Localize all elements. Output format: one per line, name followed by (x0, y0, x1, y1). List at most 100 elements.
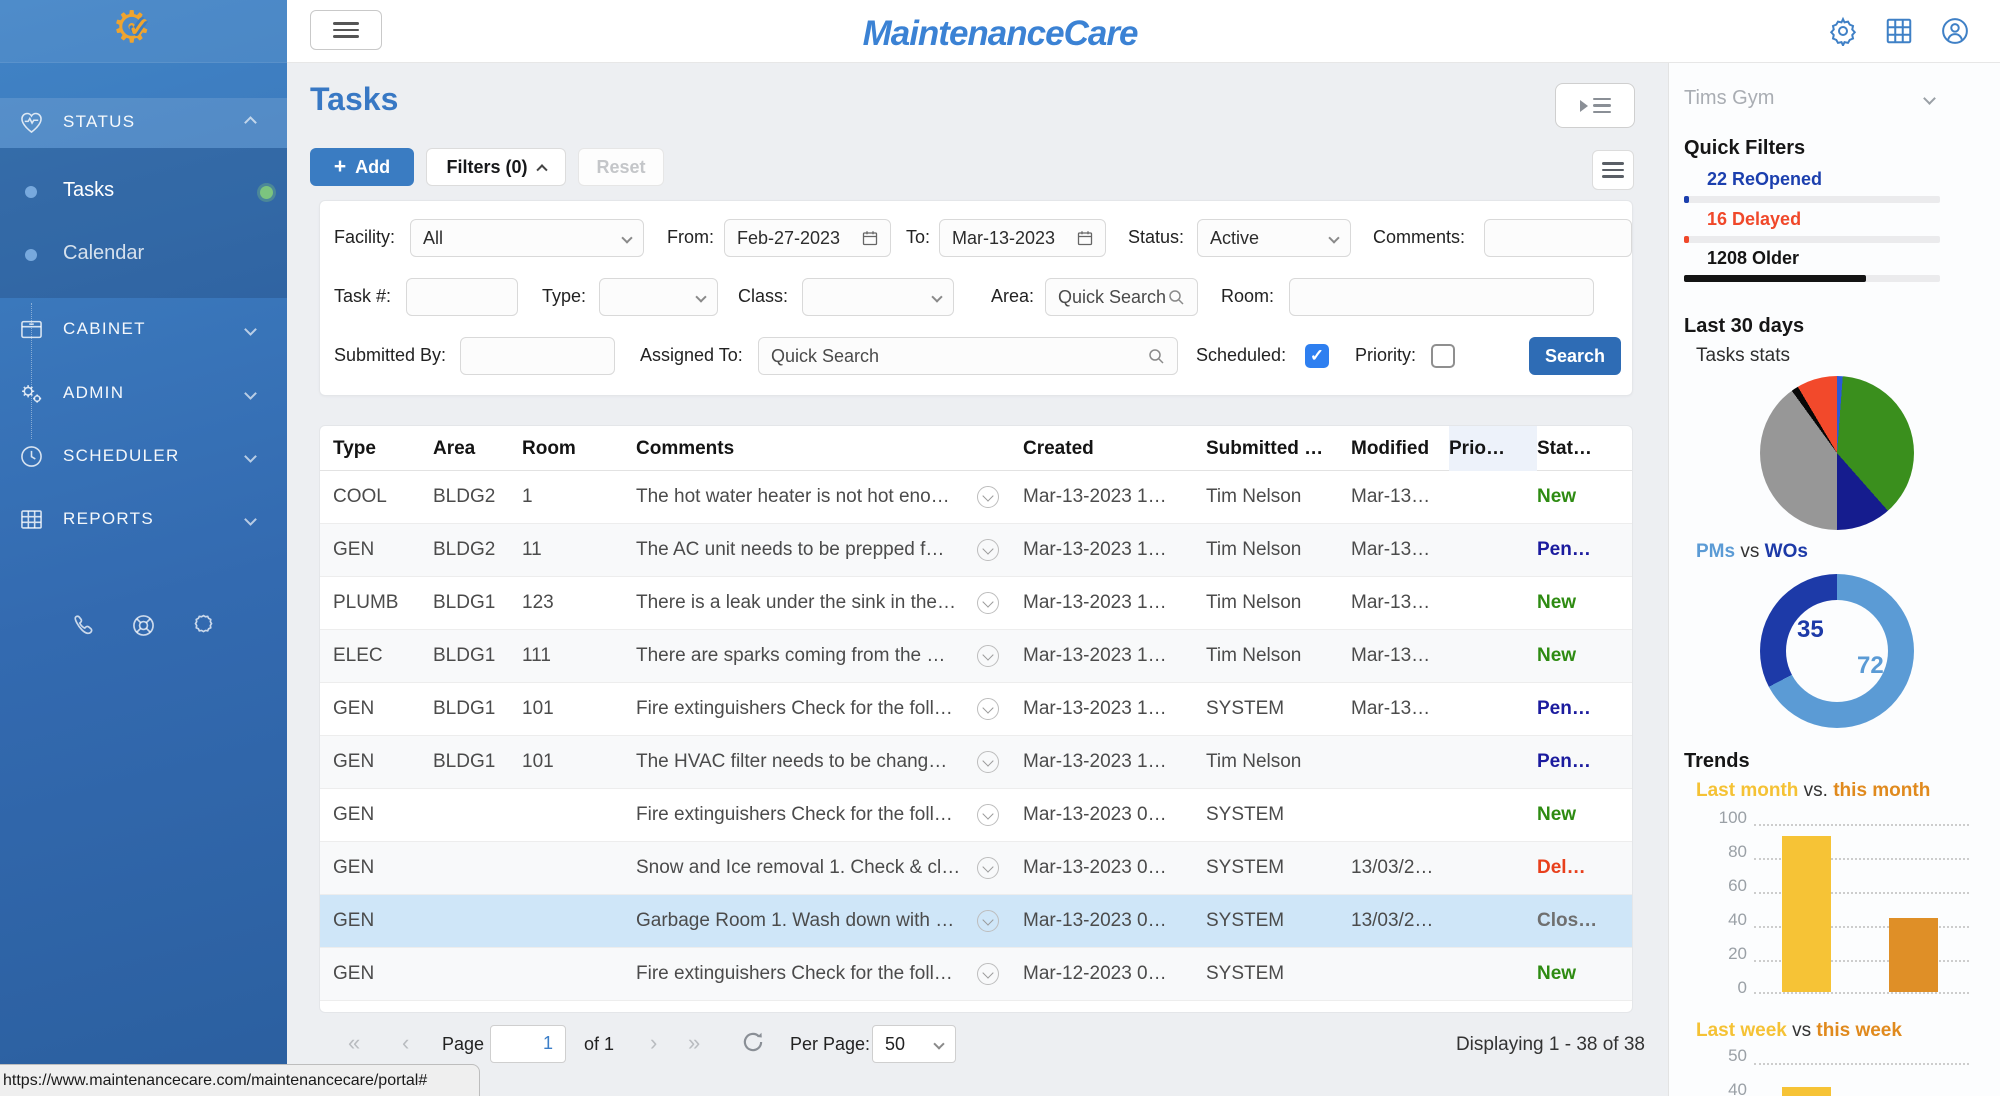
cell-type: GEN (333, 963, 433, 985)
badge-settings-icon[interactable] (190, 612, 217, 639)
class-select[interactable] (802, 278, 954, 316)
task-number-field[interactable] (419, 287, 505, 308)
facility-selector[interactable]: Tims Gym (1684, 87, 1934, 115)
progress-bar (1684, 196, 1940, 203)
column-header-type[interactable]: Type (333, 426, 433, 471)
account-user-icon[interactable] (1940, 16, 1970, 46)
filters-button[interactable]: Filters (0) (426, 148, 566, 186)
cell-modified: Mar-13… (1351, 539, 1449, 561)
expand-chevron-icon[interactable] (977, 751, 999, 773)
sidebar-item-tasks[interactable]: Tasks (0, 165, 287, 219)
expand-chevron-icon[interactable] (977, 592, 999, 614)
expand-chevron-icon[interactable] (977, 857, 999, 879)
quick-filters-title: Quick Filters (1684, 137, 1805, 160)
cell-comments: Garbage Room 1. Wash down with … (636, 910, 1023, 932)
column-header-submitted[interactable]: Submitted … (1206, 426, 1351, 471)
quick-filter-delayed[interactable]: 16 Delayed (1684, 209, 1969, 243)
list-view-button[interactable] (1592, 150, 1634, 190)
quick-filter-older[interactable]: 1208 Older (1684, 248, 1969, 282)
per-page-select[interactable]: 50 (872, 1025, 956, 1063)
last-page-button[interactable]: » (688, 1032, 700, 1054)
comments-field[interactable] (1497, 228, 1619, 249)
expand-chevron-icon[interactable] (977, 486, 999, 508)
tasks-stats-pie-chart (1760, 376, 1914, 530)
column-header-comments[interactable]: Comments (636, 426, 1023, 471)
sidebar-item-admin[interactable]: ADMIN (0, 369, 287, 419)
plus-icon: + (334, 155, 346, 179)
area-field[interactable] (1058, 287, 1168, 308)
chevron-down-icon (244, 450, 257, 463)
prev-page-button[interactable]: ‹ (402, 1032, 409, 1054)
expand-chevron-icon[interactable] (977, 910, 999, 932)
refresh-icon[interactable] (740, 1029, 766, 1055)
column-header-status[interactable]: Stat… (1537, 426, 1632, 471)
help-lifebuoy-icon[interactable] (130, 612, 157, 639)
sidebar-item-scheduler[interactable]: SCHEDULER (0, 432, 287, 482)
column-header-room[interactable]: Room (522, 426, 636, 471)
last-week-bar (1782, 1087, 1831, 1096)
comments-input[interactable] (1484, 219, 1632, 257)
collapse-panel-button[interactable] (1555, 83, 1635, 128)
expand-chevron-icon[interactable] (977, 963, 999, 985)
table-row[interactable]: GEN Fire extinguishers Check for the fol… (320, 789, 1632, 842)
type-select[interactable] (599, 278, 718, 316)
first-page-button[interactable]: « (348, 1032, 360, 1054)
room-input[interactable] (1289, 278, 1594, 316)
submitted-by-input[interactable] (460, 337, 615, 375)
table-row[interactable]: GEN Snow and Ice removal 1. Check & cl… … (320, 842, 1632, 895)
area-search-input[interactable] (1045, 278, 1198, 316)
top-header: MaintenanceCare (0, 0, 2000, 63)
search-icon (1168, 289, 1185, 306)
table-row[interactable]: PLUMB BLDG1 123 There is a leak under th… (320, 577, 1632, 630)
room-field[interactable] (1302, 287, 1581, 308)
expand-chevron-icon[interactable] (977, 645, 999, 667)
sidebar-item-cabinet[interactable]: CABINET (0, 305, 287, 355)
to-date-input[interactable]: Mar-13-2023 (939, 219, 1106, 257)
cell-room: 111 (522, 645, 636, 667)
task-number-input[interactable] (406, 278, 518, 316)
reset-button[interactable]: Reset (578, 148, 664, 186)
expand-chevron-icon[interactable] (977, 804, 999, 826)
sidebar-item-calendar[interactable]: Calendar (0, 228, 287, 282)
table-header-row: Type Area Room Comments Created Submitte… (320, 426, 1632, 471)
table-row[interactable]: GEN BLDG2 11 The AC unit needs to be pre… (320, 524, 1632, 577)
quick-filter-reopened[interactable]: 22 ReOpened (1684, 169, 1969, 203)
phone-icon[interactable] (70, 612, 97, 639)
cell-area: BLDG2 (433, 486, 522, 508)
table-row[interactable]: ELEC BLDG1 111 There are sparks coming f… (320, 630, 1632, 683)
scheduled-checkbox[interactable]: ✓ (1305, 344, 1329, 368)
page-number-input[interactable]: 1 (490, 1025, 566, 1063)
expand-chevron-icon[interactable] (977, 698, 999, 720)
table-row[interactable]: GEN Fire extinguishers Check for the fol… (320, 948, 1632, 1001)
table-row[interactable]: GEN BLDG1 101 Fire extinguishers Check f… (320, 683, 1632, 736)
submitted-by-field[interactable] (473, 346, 602, 367)
search-button[interactable]: Search (1529, 337, 1621, 375)
cell-area: BLDG2 (433, 539, 522, 561)
cell-modified: Mar-13… (1351, 698, 1449, 720)
table-row[interactable]: COOL BLDG2 1 The hot water heater is not… (320, 471, 1632, 524)
add-button[interactable]: + Add (310, 148, 414, 186)
cell-submitted: SYSTEM (1206, 804, 1351, 826)
sidebar-item-status[interactable]: STATUS (0, 98, 287, 148)
column-header-modified[interactable]: Modified (1351, 426, 1449, 471)
column-header-area[interactable]: Area (433, 426, 522, 471)
cell-type: GEN (333, 698, 433, 720)
priority-checkbox[interactable] (1431, 344, 1455, 368)
assigned-to-search-input[interactable] (758, 337, 1178, 375)
next-page-button[interactable]: › (650, 1032, 657, 1054)
filter-panel: Facility: All From: Feb-27-2023 To: Mar-… (319, 200, 1633, 396)
cell-comments: Snow and Ice removal 1. Check & cl… (636, 857, 1023, 879)
expand-chevron-icon[interactable] (977, 539, 999, 561)
column-header-created[interactable]: Created (1023, 426, 1206, 471)
settings-gear-icon[interactable] (1828, 16, 1858, 46)
assigned-to-field[interactable] (771, 346, 1148, 367)
status-select[interactable]: Active (1197, 219, 1351, 257)
column-header-priority[interactable]: Prio… (1449, 426, 1537, 471)
apps-grid-icon[interactable] (1884, 16, 1914, 46)
table-row[interactable]: GEN BLDG1 101 The HVAC filter needs to b… (320, 736, 1632, 789)
from-date-input[interactable]: Feb-27-2023 (724, 219, 891, 257)
sidebar-item-reports[interactable]: REPORTS (0, 495, 287, 545)
facility-select[interactable]: All (410, 219, 644, 257)
table-row[interactable]: GEN Garbage Room 1. Wash down with … Mar… (320, 895, 1632, 948)
heart-pulse-icon (18, 109, 45, 136)
